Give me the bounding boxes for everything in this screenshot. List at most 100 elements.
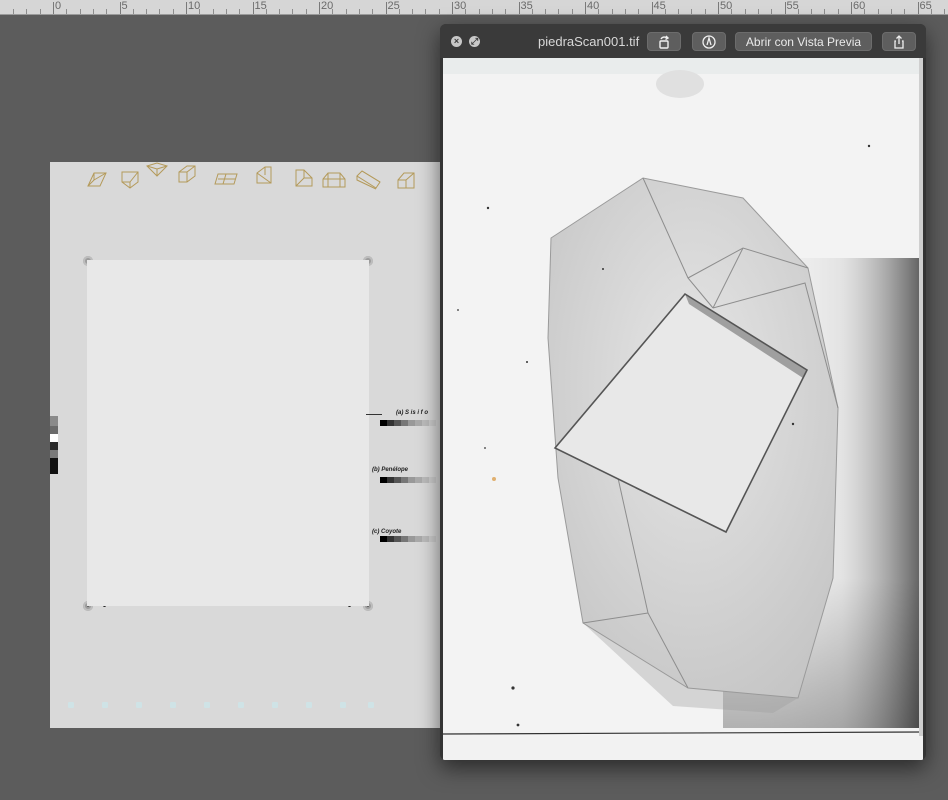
ruler-label: 40 [587,0,600,12]
long-prism-icon [356,170,381,190]
footer-marks [62,702,382,712]
gray-swatch [401,420,408,426]
ruler-tick [358,9,360,14]
ruler-label: 35 [520,0,533,12]
ruler-tick [851,2,852,14]
ruler-tick [917,2,919,14]
ruler-tick [385,2,387,14]
ruler-tick [132,9,134,14]
gray-swatch [387,420,394,426]
color-swatch-strip [50,416,58,474]
ruler-tick [13,9,15,14]
ruler-tick [585,2,586,14]
ruler-tick [611,9,613,14]
ruler-tick [651,2,653,14]
ruler-tick [704,9,706,14]
ruler-tick [518,2,520,14]
ruler-tick [279,9,281,14]
ruler-tick [545,9,547,14]
slab-icon [214,173,238,185]
ruler-tick [292,9,294,14]
gray-swatch [408,477,415,483]
ruler-label: 5 [121,0,128,12]
gray-swatch [401,477,408,483]
gray-swatch [408,420,415,426]
ruler-tick [146,9,148,14]
gray-swatch [415,536,422,542]
image-placeholder[interactable] [87,260,369,606]
ruler-tick [186,2,187,14]
caption-leader-line [366,414,382,415]
house-prism-icon [322,172,346,188]
ruler-tick [452,2,453,14]
icon-row [50,162,442,198]
gray-swatch [394,420,401,426]
cube-corner-icon [178,165,196,183]
rotate-button[interactable] [647,32,681,51]
ruler-tick [172,9,174,14]
gray-swatch [394,536,401,542]
ruler-tick [944,9,946,14]
ruler-label: 20 [321,0,334,12]
ruler-label: 55 [786,0,799,12]
ruler-tick [877,9,879,14]
prism-top-icon [146,162,168,177]
ruler-label: 30 [454,0,467,12]
gray-swatch [380,536,387,542]
markup-button[interactable] [692,32,726,51]
ruler-tick [425,9,427,14]
ruler-tick [252,2,254,14]
ruler-tick [372,9,374,14]
gray-swatch [429,536,436,542]
fullscreen-icon[interactable]: ⤢ [469,36,480,47]
scanned-image [443,58,923,760]
close-icon[interactable]: × [451,36,462,47]
ruler-tick [412,9,414,14]
ruler-tick [319,2,320,14]
ruler-tick [624,9,626,14]
gray-scale-strip [380,420,436,426]
ruler-tick [904,9,906,14]
ruler-tick [119,2,121,14]
gray-swatch [415,477,422,483]
ruler-tick [478,9,480,14]
gray-swatch [401,536,408,542]
open-with-preview-button[interactable]: Abrir con Vista Previa [735,32,872,51]
ruler-tick [744,9,746,14]
gray-swatch [429,477,436,483]
horizontal-ruler: 0 5 10 15 20 25 30 35 40 45 50 55 60 65 [0,0,948,15]
gray-swatch [429,420,436,426]
ruler-tick [491,9,493,14]
ruler-tick [239,9,241,14]
ruler-tick [638,9,640,14]
gray-swatch [408,536,415,542]
quick-look-window: × ⤢ piedraScan001.tif Abrir con Vista Pr… [440,24,926,760]
cube-front-icon [87,172,107,187]
ruler-tick [718,2,719,14]
caption-c: (c) Coyote [372,529,402,535]
gray-swatch [387,477,394,483]
stone-scan-graphic [443,58,923,760]
caption-b: (b) Penélope [372,467,409,473]
ruler-tick [890,9,892,14]
ruler-tick [757,9,759,14]
cube-split-icon [256,166,272,184]
share-icon [894,35,904,49]
gray-scale-strip [380,477,436,483]
rotate-icon [659,35,670,49]
box-open-icon [121,171,139,189]
document-page: (a) S is i f o (b) Penélope (c) Coyote [50,162,442,728]
share-button[interactable] [882,32,916,51]
window-title: piedraScan001.tif [538,34,640,49]
ruler-tick [39,9,41,14]
quick-look-toolbar: × ⤢ piedraScan001.tif Abrir con Vista Pr… [440,24,926,58]
ruler-tick [784,2,786,14]
ruler-label: 50 [720,0,733,12]
ruler-tick [345,9,347,14]
ruler-tick [571,9,573,14]
ruler-tick [225,9,227,14]
ruler-tick [505,9,507,14]
ruler-tick [212,9,214,14]
ruler-tick [159,9,161,14]
ruler-label: 65 [919,0,932,12]
